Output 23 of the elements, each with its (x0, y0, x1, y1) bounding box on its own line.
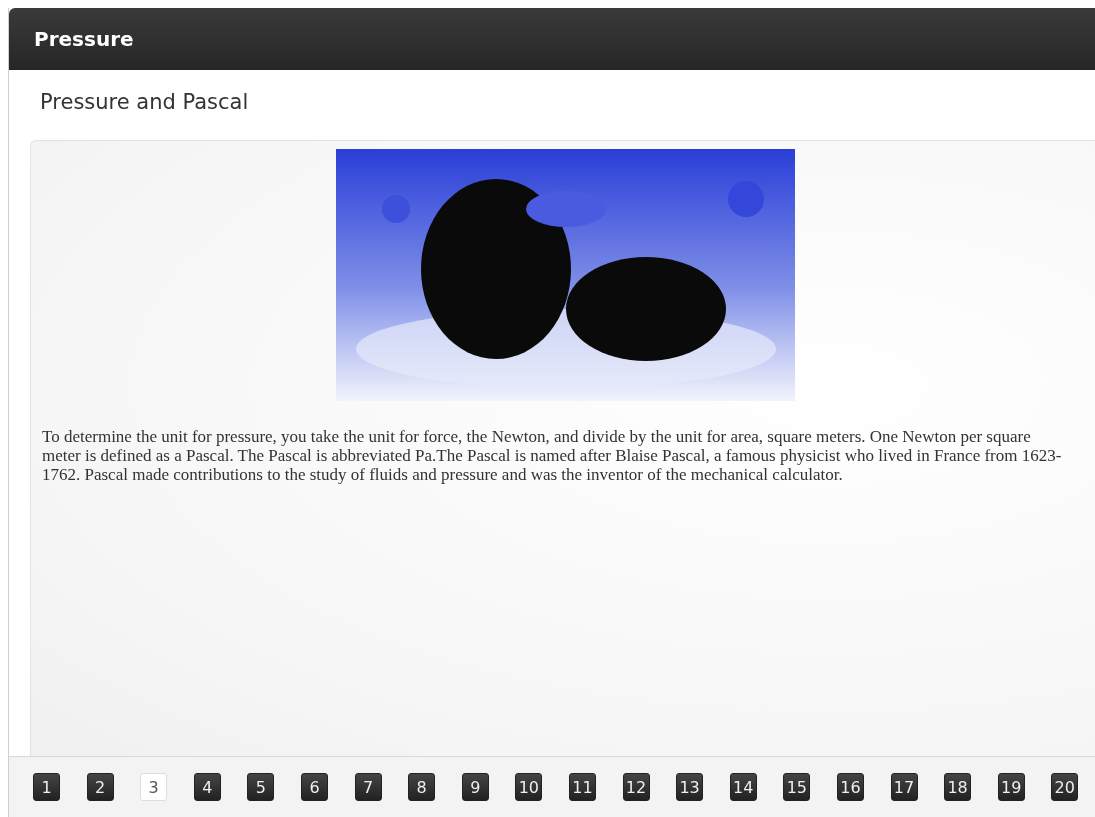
page-button[interactable]: 6 (300, 773, 328, 801)
page-button[interactable]: 13 (676, 773, 704, 801)
page-button[interactable]: 14 (729, 773, 757, 801)
page-button[interactable]: 8 (408, 773, 436, 801)
page-button[interactable]: 11 (568, 773, 596, 801)
page-button[interactable]: 1 (33, 773, 60, 801)
page-button[interactable]: 15 (783, 773, 811, 801)
page-button[interactable]: 7 (354, 773, 382, 801)
page-button[interactable]: 17 (890, 773, 918, 801)
page-button[interactable]: 20 (1051, 773, 1079, 801)
page-button[interactable]: 19 (997, 773, 1025, 801)
page-button[interactable]: 16 (836, 773, 864, 801)
page-heading: Pressure and Pascal (39, 89, 250, 116)
page-button[interactable]: 4 (193, 773, 221, 801)
page-button[interactable]: 12 (622, 773, 650, 801)
page-button[interactable]: 3 (140, 773, 168, 801)
body-paragraph: To determine the unit for pressure, you take the unit for force, the Newton, and divide by the unit for area, square meters. One Newton per square meter is defined as a Pascal. The Pascal is abbreviated Pa.The Pascal is named after Blaise Pascal, a famous physicist who lived in France from 1623-1762. Pascal made contributions to the study of fluids and pressure and was the inventor of the mechanical calculator. (42, 427, 1063, 484)
page-button[interactable]: 9 (461, 773, 489, 801)
page-button[interactable]: 2 (86, 773, 114, 801)
page-button[interactable]: 18 (944, 773, 972, 801)
window-title: Pressure (34, 27, 134, 51)
page-button[interactable]: 5 (247, 773, 275, 801)
page-button[interactable]: 10 (515, 773, 543, 801)
